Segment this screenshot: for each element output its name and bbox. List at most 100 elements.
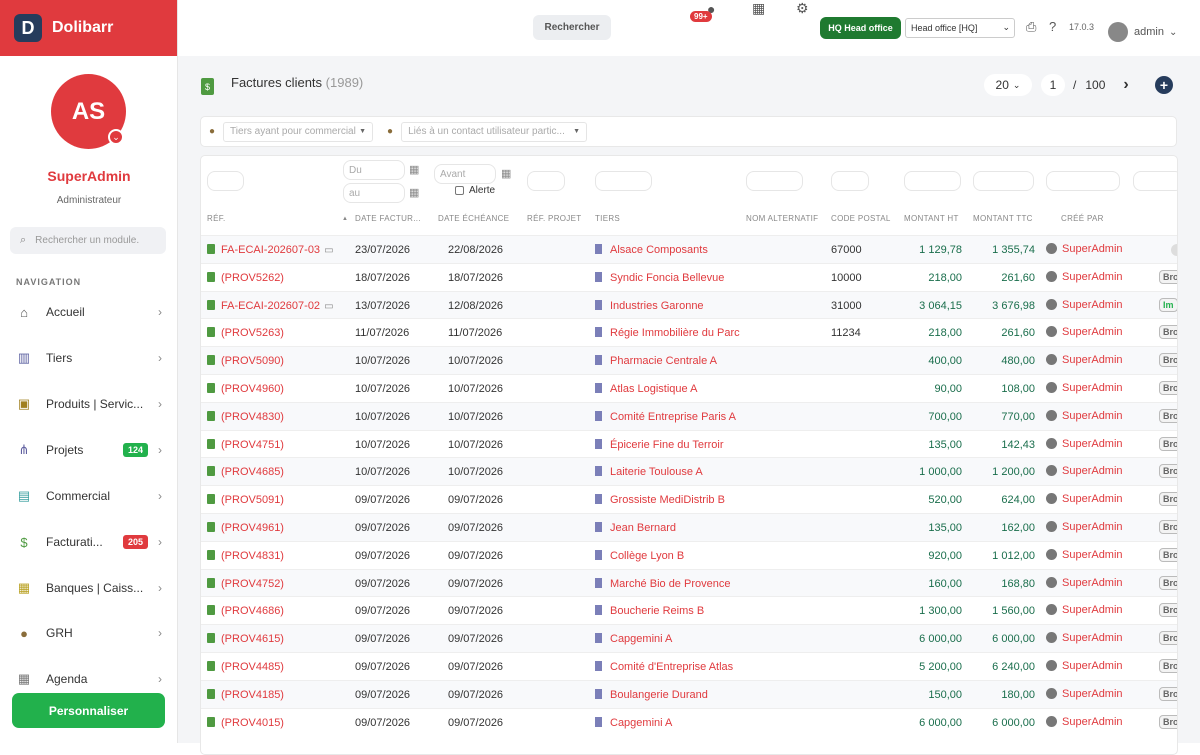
sort-asc-icon[interactable]: ▲ — [342, 216, 348, 222]
table-row[interactable]: (PROV4485) 09/07/2026 09/07/2026 Comité d'E… — [201, 652, 1177, 680]
brand-header[interactable]: D Dolibarr — [0, 0, 177, 56]
column-header-invoice-date[interactable]: DATE FACTUR... — [355, 214, 421, 223]
column-header-due-date[interactable]: DATE ÉCHÉANCE — [438, 214, 509, 223]
created-by-link[interactable]: SuperAdmin — [1046, 521, 1123, 533]
user-menu[interactable]: admin ⌄ — [1108, 22, 1177, 42]
invoice-ref-link[interactable]: (PROV4960) — [207, 383, 284, 395]
invoice-ref-link[interactable]: (PROV4830) — [207, 410, 284, 423]
table-row[interactable]: (PROV4831) 09/07/2026 09/07/2026 Collège Ly… — [201, 540, 1177, 569]
status-filter-input[interactable] — [1133, 171, 1177, 191]
tiers-link[interactable]: Régie Immobilière du Parc — [595, 327, 740, 339]
table-row[interactable]: (PROV4960) 10/07/2026 10/07/2026 Atlas Logi… — [201, 374, 1177, 402]
invoice-ref-link[interactable]: (PROV5263) — [207, 327, 284, 339]
created-by-link[interactable]: SuperAdmin — [1046, 493, 1123, 505]
table-row[interactable]: (PROV5263) 11/07/2026 11/07/2026 Régie Immo… — [201, 318, 1177, 346]
postal-code-filter-input[interactable] — [831, 171, 869, 191]
ref-filter-input[interactable] — [207, 171, 244, 191]
table-row[interactable]: (PROV5262) 18/07/2026 18/07/2026 Syndic Fon… — [201, 262, 1177, 291]
created-by-link[interactable]: SuperAdmin — [1046, 604, 1123, 616]
invoice-ref-link[interactable]: (PROV5262) — [207, 271, 284, 284]
created-by-link[interactable]: SuperAdmin — [1046, 326, 1123, 338]
table-row[interactable]: FA-ECAI-202607-02 ▭ 13/07/2026 12/08/2026 In… — [201, 290, 1177, 319]
due-before-input[interactable]: Avant — [434, 164, 496, 184]
created-by-link[interactable]: SuperAdmin — [1046, 687, 1123, 700]
table-row[interactable]: (PROV4830) 10/07/2026 10/07/2026 Comité Ent… — [201, 401, 1177, 430]
created-by-link[interactable]: SuperAdmin — [1046, 354, 1123, 366]
printer-icon[interactable]: ⎙ — [1026, 19, 1036, 35]
tiers-link[interactable]: Épicerie Fine du Terroir — [595, 438, 724, 451]
table-row[interactable]: (PROV4185) 09/07/2026 09/07/2026 Boulangeri… — [201, 679, 1177, 708]
invoice-ref-link[interactable]: (PROV4615) — [207, 633, 284, 645]
per-page-select[interactable]: 20 ⌄ — [984, 74, 1032, 96]
search-button[interactable]: Rechercher — [533, 15, 611, 40]
sidebar-item-accueil[interactable]: ⌂ Accueil › — [0, 297, 178, 327]
tiers-link[interactable]: Collège Lyon B — [595, 549, 684, 562]
project-ref-filter-input[interactable] — [527, 171, 565, 191]
sidebar-item-commercial[interactable]: ▤ Commercial › — [0, 481, 178, 511]
chevron-down-icon[interactable]: ⌄ — [108, 129, 124, 145]
invoice-ref-link[interactable]: (PROV4185) — [207, 688, 284, 701]
created-by-link[interactable]: SuperAdmin — [1046, 298, 1123, 311]
column-header-project-ref[interactable]: RÉF. PROJET — [527, 214, 581, 223]
table-row[interactable]: (PROV5091) 09/07/2026 09/07/2026 Grossiste … — [201, 485, 1177, 513]
invoice-ref-link[interactable]: (PROV4686) — [207, 605, 284, 617]
tiers-link[interactable]: Syndic Foncia Bellevue — [595, 271, 724, 284]
created-by-link[interactable]: SuperAdmin — [1046, 465, 1123, 477]
next-page-icon[interactable]: › — [1123, 76, 1128, 94]
tiers-link[interactable]: Comité d'Entreprise Atlas — [595, 661, 733, 673]
column-header-postal-code[interactable]: CODE POSTAL — [831, 214, 891, 223]
tiers-link[interactable]: Industries Garonne — [595, 299, 704, 312]
column-header-alt-name[interactable]: NOM ALTERNATIF — [746, 214, 818, 223]
created-by-filter-input[interactable] — [1046, 171, 1120, 191]
user-name[interactable]: SuperAdmin — [0, 168, 178, 184]
calendar-icon[interactable]: ▦ — [409, 163, 419, 176]
calendar-icon[interactable]: ▦ — [501, 167, 511, 180]
invoice-ref-link[interactable]: (PROV5090) — [207, 355, 284, 367]
column-header-tiers[interactable]: TIERS — [595, 214, 620, 223]
table-row[interactable]: (PROV4752) 09/07/2026 09/07/2026 Marché Bio… — [201, 568, 1177, 597]
checkbox-icon[interactable] — [455, 186, 464, 195]
alert-checkbox[interactable]: Alerte — [455, 185, 495, 196]
calendar-icon[interactable]: ▦ — [409, 186, 419, 199]
sidebar-item-grh[interactable]: ● GRH › — [0, 618, 178, 648]
created-by-link[interactable]: SuperAdmin — [1046, 576, 1123, 589]
invoice-ref-link[interactable]: FA-ECAI-202607-03 ▭ — [207, 244, 334, 256]
column-header-amount-ht[interactable]: MONTANT HT — [904, 214, 959, 223]
tiers-link[interactable]: Pharmacie Centrale A — [595, 355, 717, 367]
created-by-link[interactable]: SuperAdmin — [1046, 382, 1123, 394]
personalize-button[interactable]: Personnaliser — [12, 693, 165, 728]
tiers-filter-input[interactable] — [595, 171, 652, 191]
table-row[interactable]: (PROV4751) 10/07/2026 10/07/2026 Épicerie F… — [201, 429, 1177, 458]
tiers-link[interactable]: Grossiste MediDistrib B — [595, 494, 725, 506]
invoice-ref-link[interactable]: (PROV4831) — [207, 549, 284, 562]
tiers-link[interactable]: Capgemini A — [595, 716, 672, 729]
created-by-link[interactable]: SuperAdmin — [1046, 270, 1123, 283]
created-by-link[interactable]: SuperAdmin — [1046, 660, 1123, 672]
invoice-ref-link[interactable]: FA-ECAI-202607-02 ▭ — [207, 299, 334, 312]
entity-select[interactable]: Head office [HQ] ⌄ — [905, 18, 1015, 38]
note-icon[interactable]: ▭ — [324, 245, 333, 256]
add-invoice-button[interactable]: + — [1155, 76, 1173, 94]
table-row[interactable]: FA-ECAI-202607-03 ▭ 23/07/2026 22/08/2026 Al… — [201, 235, 1177, 263]
invoice-ref-link[interactable]: (PROV4752) — [207, 577, 284, 590]
tiers-link[interactable]: Marché Bio de Provence — [595, 577, 730, 590]
table-row[interactable]: (PROV4615) 09/07/2026 09/07/2026 Capgemini … — [201, 624, 1177, 653]
created-by-link[interactable]: SuperAdmin — [1046, 437, 1123, 450]
table-row[interactable]: (PROV4686) 09/07/2026 09/07/2026 Boucherie … — [201, 596, 1177, 624]
created-by-link[interactable]: SuperAdmin — [1046, 243, 1123, 255]
invoice-ref-link[interactable]: (PROV4751) — [207, 438, 284, 451]
amount-ttc-filter-input[interactable] — [973, 171, 1034, 191]
table-row[interactable]: (PROV4685) 10/07/2026 10/07/2026 Laiterie T… — [201, 457, 1177, 486]
table-row[interactable]: (PROV5090) 10/07/2026 10/07/2026 Pharmacie … — [201, 346, 1177, 375]
created-by-link[interactable]: SuperAdmin — [1046, 632, 1123, 644]
invoice-ref-link[interactable]: (PROV4485) — [207, 661, 284, 673]
tiers-link[interactable]: Laiterie Toulouse A — [595, 466, 703, 478]
contact-filter[interactable]: ● Liés à un contact utilisateur partic..… — [387, 121, 588, 142]
alt-name-filter-input[interactable] — [746, 171, 803, 191]
invoice-ref-link[interactable]: (PROV4961) — [207, 522, 284, 534]
tiers-link[interactable]: Boucherie Reims B — [595, 605, 704, 617]
contact-select[interactable]: Liés à un contact utilisateur partic... ▼ — [401, 121, 588, 142]
gear-icon[interactable]: ⚙ — [796, 0, 809, 17]
sidebar-item-produits[interactable]: ▣ Produits | Servic... › — [0, 389, 178, 419]
tiers-link[interactable]: Capgemini A — [595, 633, 672, 645]
